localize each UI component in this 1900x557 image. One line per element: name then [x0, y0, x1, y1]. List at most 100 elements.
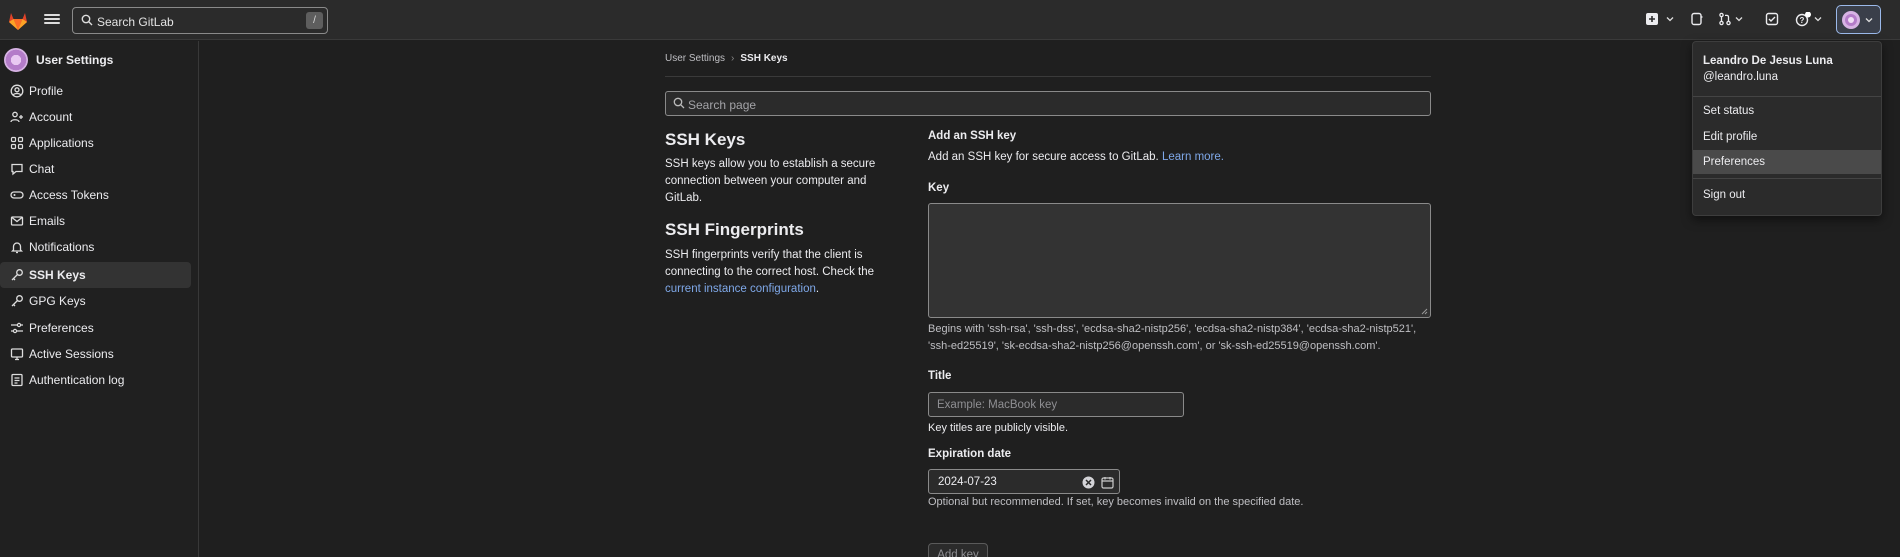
preferences-menu-item[interactable]: Preferences	[1693, 150, 1881, 174]
sidebar-item-applications[interactable]: Applications	[0, 130, 191, 156]
key-icon	[10, 268, 24, 282]
top-bar: Search GitLab / ?	[0, 0, 1900, 40]
divider	[1693, 96, 1881, 97]
sidebar-item-emails[interactable]: Emails	[0, 208, 191, 234]
learn-more-link[interactable]: Learn more.	[1162, 151, 1224, 163]
expiration-date-value: 2024-07-23	[938, 476, 997, 488]
key-help: Begins with 'ssh-rsa', 'ssh-dss', 'ecdsa…	[928, 321, 1416, 354]
monitor-icon	[10, 347, 24, 361]
resize-handle-icon[interactable]	[1420, 307, 1428, 315]
sidebar-item-notifications[interactable]: Notifications	[0, 234, 191, 260]
log-icon	[10, 373, 24, 387]
calendar-icon[interactable]	[1101, 476, 1114, 489]
sidebar-header[interactable]: User Settings	[4, 47, 113, 73]
sidebar-item-label: Account	[29, 110, 73, 124]
title-input[interactable]: Example: MacBook key	[928, 392, 1184, 417]
edit-profile-menu-item[interactable]: Edit profile	[1693, 125, 1881, 149]
divider	[1693, 178, 1881, 179]
sidebar-item-authentication-log[interactable]: Authentication log	[0, 367, 191, 393]
bell-icon	[10, 240, 24, 254]
sidebar-item-profile[interactable]: Profile	[0, 78, 191, 104]
breadcrumb-parent[interactable]: User Settings	[665, 53, 725, 64]
search-placeholder: Search GitLab	[97, 15, 174, 29]
user-menu-button[interactable]	[1836, 5, 1881, 34]
issues-icon[interactable]	[1690, 12, 1708, 28]
breadcrumb: User Settings › SSH Keys	[665, 53, 788, 64]
sidebar-item-ssh-keys[interactable]: SSH Keys	[0, 262, 191, 288]
user-username[interactable]: @leandro.luna	[1703, 71, 1778, 83]
chevron-down-icon[interactable]	[1814, 15, 1822, 23]
sidebar-item-label: SSH Keys	[29, 268, 86, 282]
sidebar-item-label: Notifications	[29, 240, 95, 254]
sidebar: User Settings Profile Account Applicatio…	[0, 41, 199, 557]
hamburger-icon[interactable]	[44, 12, 60, 28]
help-icon[interactable]: ?	[1795, 12, 1813, 28]
sidebar-item-label: Preferences	[29, 321, 94, 335]
sidebar-item-label: Chat	[29, 162, 55, 176]
ssh-keys-heading: SSH Keys	[665, 130, 746, 149]
account-icon	[10, 110, 24, 124]
chat-icon	[10, 162, 24, 176]
key-label: Key	[928, 182, 950, 194]
sidebar-item-label: Applications	[29, 136, 94, 150]
expiration-date-input[interactable]: 2024-07-23	[928, 469, 1120, 494]
applications-icon	[10, 136, 24, 150]
sign-out-menu-item[interactable]: Sign out	[1693, 183, 1881, 207]
ssh-keys-description: SSH keys allow you to establish a secure…	[665, 158, 876, 204]
page-search-input[interactable]: Search page	[665, 91, 1431, 116]
title-label: Title	[928, 370, 952, 382]
user-menu-dropdown: Leandro De Jesus Luna @leandro.luna Set …	[1692, 41, 1882, 216]
ssh-fingerprints-heading: SSH Fingerprints	[665, 220, 804, 239]
user-full-name[interactable]: Leandro De Jesus Luna	[1703, 55, 1833, 67]
ssh-fingerprints-description: SSH fingerprints verify that the client …	[665, 247, 905, 298]
token-icon	[10, 188, 24, 202]
key-icon	[10, 294, 24, 308]
sidebar-item-account[interactable]: Account	[0, 104, 191, 130]
breadcrumb-current[interactable]: SSH Keys	[740, 53, 787, 64]
instance-configuration-link[interactable]: current instance configuration	[665, 283, 816, 295]
search-icon	[673, 97, 685, 112]
title-placeholder: Example: MacBook key	[937, 399, 1058, 411]
key-help-line-1: Begins with 'ssh-rsa', 'ssh-dss', 'ecdsa…	[928, 323, 1417, 335]
mail-icon	[10, 214, 24, 228]
search-shortcut-badge: /	[306, 12, 323, 29]
key-textarea[interactable]	[928, 203, 1431, 318]
todo-icon[interactable]	[1765, 12, 1783, 28]
sidebar-title: User Settings	[36, 53, 114, 67]
merge-request-icon[interactable]	[1718, 12, 1736, 28]
sidebar-item-label: Active Sessions	[29, 347, 114, 361]
divider	[665, 76, 1431, 77]
clear-icon[interactable]	[1082, 476, 1095, 489]
tanuki-logo-icon[interactable]	[7, 10, 29, 32]
profile-icon	[10, 84, 24, 98]
expiration-date-help: Optional but recommended. If set, key be…	[928, 496, 1304, 508]
svg-text:?: ?	[1800, 16, 1805, 25]
set-status-menu-item[interactable]: Set status	[1693, 99, 1881, 123]
key-help-line-2: 'ssh-ed25519', 'sk-ecdsa-sha2-nistp256@o…	[928, 339, 1381, 352]
chevron-down-icon[interactable]	[1666, 15, 1674, 23]
sidebar-item-label: Emails	[29, 214, 66, 228]
sidebar-item-gpg-keys[interactable]: GPG Keys	[0, 288, 191, 314]
search-input[interactable]: Search GitLab /	[72, 7, 328, 34]
chevron-down-icon[interactable]	[1735, 15, 1743, 23]
add-key-button[interactable]: Add key	[928, 543, 988, 557]
sidebar-item-label: GPG Keys	[29, 294, 86, 308]
add-ssh-key-intro: Add an SSH key for secure access to GitL…	[928, 151, 1224, 163]
fingerprints-text: SSH fingerprints verify that the client …	[665, 249, 875, 278]
expiration-date-label: Expiration date	[928, 448, 1012, 460]
add-ssh-key-intro-text: Add an SSH key for secure access to GitL…	[928, 151, 1159, 163]
fingerprints-period: .	[815, 283, 820, 295]
chevron-down-icon	[1865, 18, 1873, 23]
sidebar-item-preferences[interactable]: Preferences	[0, 315, 191, 341]
sidebar-item-chat[interactable]: Chat	[0, 156, 191, 182]
sidebar-item-access-tokens[interactable]: Access Tokens	[0, 182, 191, 208]
avatar	[1842, 11, 1860, 29]
plus-icon[interactable]	[1645, 12, 1663, 28]
sidebar-item-label: Profile	[29, 84, 64, 98]
sidebar-item-label: Authentication log	[29, 373, 125, 387]
avatar	[4, 48, 28, 72]
sidebar-item-active-sessions[interactable]: Active Sessions	[0, 341, 191, 367]
search-icon	[81, 14, 93, 29]
sidebar-item-label: Access Tokens	[29, 188, 109, 202]
title-help: Key titles are publicly visible.	[928, 422, 1069, 434]
